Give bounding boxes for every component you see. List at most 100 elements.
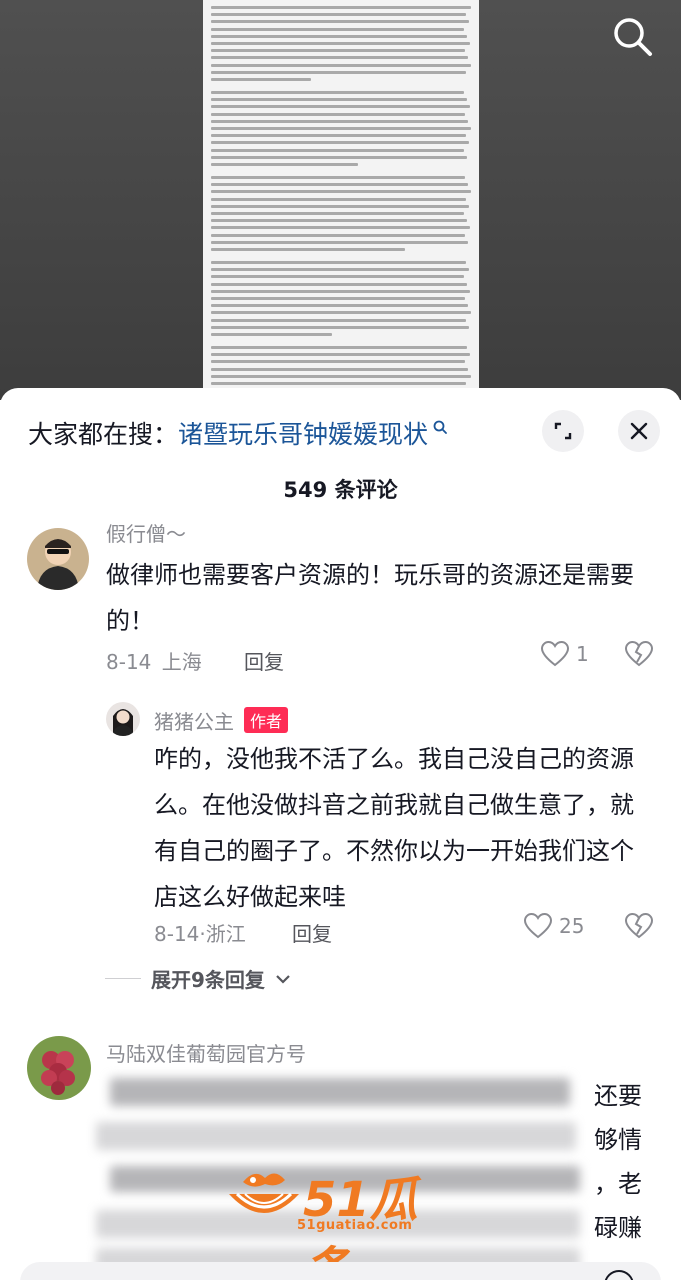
comment-nickname[interactable]: 假行僧～	[106, 518, 186, 547]
comment-date: 8-14	[106, 650, 152, 674]
document-text-line	[211, 240, 468, 244]
document-text-line	[211, 155, 467, 159]
document-text-line	[211, 346, 467, 349]
document-text-line	[211, 34, 467, 38]
comment-nickname[interactable]: 马陆双佳葡萄园官方号	[106, 1038, 306, 1067]
like-count: 25	[559, 914, 585, 938]
document-text-line	[211, 112, 465, 116]
search-suggestion-query[interactable]: 诸暨玩乐哥钟媛媛现状	[178, 420, 428, 449]
dislike-button[interactable]	[624, 640, 654, 672]
document-text-line	[211, 382, 466, 385]
comment-meta: 8-14·浙江	[154, 922, 246, 946]
document-text-line	[211, 360, 465, 364]
avatar[interactable]	[27, 1036, 91, 1100]
heart-icon	[540, 640, 570, 667]
close-button[interactable]	[618, 410, 660, 452]
document-text-line	[211, 119, 468, 123]
document-text-line	[211, 91, 464, 94]
comment-location: 上海	[161, 650, 202, 674]
document-text-line	[211, 141, 469, 145]
document-text-line	[211, 148, 464, 152]
divider	[105, 978, 141, 979]
document-text-line	[211, 219, 467, 223]
search-suggestion-prefix: 大家都在搜：	[28, 420, 179, 449]
dislike-button[interactable]	[624, 912, 654, 944]
comment-text-fragment: 还要	[594, 1082, 642, 1110]
blurred-text	[110, 1078, 570, 1106]
comment-text-fragment: 碌赚	[594, 1214, 642, 1242]
document-text-line	[211, 275, 464, 279]
expand-replies-button[interactable]: 展开9条回复	[105, 964, 291, 993]
document-text-line	[211, 56, 468, 60]
comment-meta: 8-14 上海	[106, 646, 202, 675]
avatar[interactable]	[27, 528, 89, 590]
comment-count: 549 条评论	[283, 478, 398, 502]
document-text-line	[211, 325, 469, 329]
document-text-line	[211, 204, 469, 208]
comment-input[interactable]	[20, 1262, 661, 1280]
document-text-line	[211, 212, 464, 215]
document-text-line	[211, 304, 468, 308]
watermark-logo: 51瓜条 51guatiao.com	[225, 1160, 465, 1280]
document-screenshot-image	[203, 0, 479, 400]
document-text-line	[211, 311, 471, 315]
expand-icon	[554, 422, 572, 440]
chevron-down-icon	[276, 974, 290, 984]
document-text-line	[211, 248, 405, 251]
document-text-line	[211, 6, 471, 9]
document-text-line	[211, 78, 311, 81]
reply-button[interactable]: 回复	[292, 918, 332, 947]
document-text-line	[211, 226, 470, 230]
document-text-line	[211, 42, 470, 45]
document-text-line	[211, 333, 332, 336]
heart-icon	[523, 912, 553, 939]
comment-nickname[interactable]: 猪猪公主 作者	[154, 706, 289, 735]
document-text-line	[211, 105, 470, 109]
author-badge: 作者	[244, 707, 289, 733]
document-text-line	[211, 268, 469, 272]
document-text-line	[211, 163, 358, 166]
document-text-line	[211, 70, 466, 74]
author-nickname: 猪猪公主	[154, 710, 234, 734]
document-text-line	[211, 353, 470, 357]
document-text-line	[211, 282, 467, 286]
document-text-line	[211, 367, 468, 371]
background-media	[0, 0, 681, 400]
document-text-line	[211, 183, 468, 187]
search-button[interactable]	[608, 14, 658, 58]
expand-replies-label: 展开9条回复	[151, 968, 265, 992]
document-text-line	[211, 233, 465, 237]
like-button[interactable]: 25	[523, 912, 584, 940]
blurred-text	[96, 1122, 576, 1150]
document-text-line	[211, 190, 471, 194]
document-text-line	[211, 49, 465, 53]
document-text-line	[211, 27, 464, 31]
document-text-line	[211, 297, 465, 300]
search-suggestion-row: 大家都在搜：诸暨玩乐哥钟媛媛现状	[0, 388, 681, 474]
melon-logo-icon	[229, 1173, 299, 1213]
avatar[interactable]	[106, 702, 140, 736]
like-button[interactable]: 1	[540, 640, 589, 668]
comment-text[interactable]: 做律师也需要客户资源的！玩乐哥的资源还是需要的！	[106, 552, 654, 644]
close-icon	[630, 422, 648, 440]
comment-text-fragment: ，老	[594, 1170, 642, 1198]
search-small-icon	[428, 419, 448, 438]
like-count: 1	[576, 642, 589, 666]
document-text-line	[211, 289, 470, 293]
search-icon	[614, 18, 652, 56]
search-suggestion[interactable]: 大家都在搜：诸暨玩乐哥钟媛媛现状	[28, 415, 448, 451]
document-text-line	[211, 63, 471, 67]
document-text-line	[211, 318, 466, 322]
document-text-line	[211, 13, 466, 17]
document-text-line	[211, 261, 466, 264]
comment-date: 8-14	[154, 922, 200, 946]
reply-button[interactable]: 回复	[244, 646, 284, 675]
fullscreen-button[interactable]	[542, 410, 584, 452]
document-text-line	[211, 176, 465, 179]
comment-text[interactable]: 咋的，没他我不活了么。我自己没自己的资源么。在他没做抖音之前我就自己做生意了，就…	[154, 736, 652, 920]
comment-text-fragment: 够情	[594, 1126, 642, 1154]
comment-sheet: 大家都在搜：诸暨玩乐哥钟媛媛现状 549 条评论 假行僧～ 做律师也需要客户资源…	[0, 388, 681, 1280]
document-text-line	[211, 134, 466, 138]
broken-heart-icon	[624, 912, 654, 939]
document-text-line	[211, 197, 466, 201]
